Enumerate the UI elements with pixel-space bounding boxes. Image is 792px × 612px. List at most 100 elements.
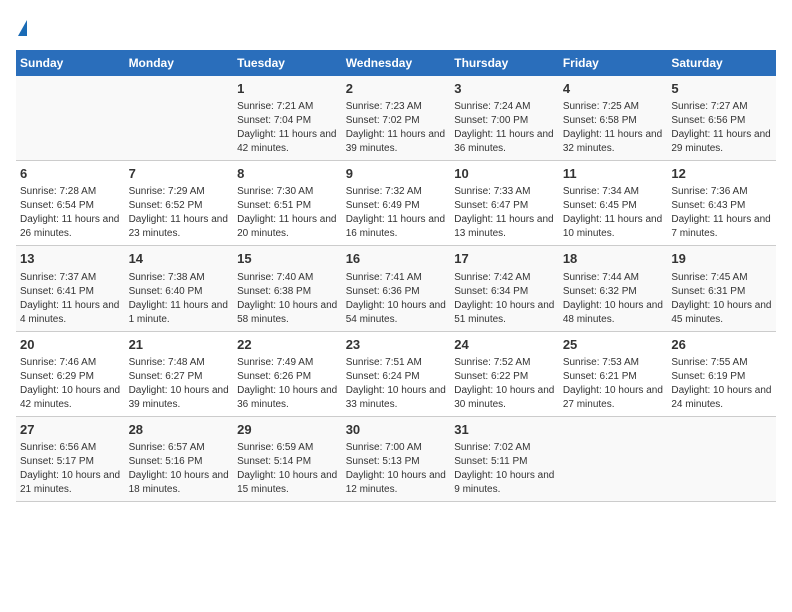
day-number: 31 <box>454 421 555 439</box>
cell-info: Sunrise: 7:46 AM Sunset: 6:29 PM Dayligh… <box>20 356 121 412</box>
weekday-header: Sunday <box>16 50 125 76</box>
logo <box>16 16 27 38</box>
header-row: SundayMondayTuesdayWednesdayThursdayFrid… <box>16 50 776 76</box>
day-number: 13 <box>20 250 121 268</box>
calendar-cell: 12 Sunrise: 7:36 AM Sunset: 6:43 PM Dayli… <box>667 161 776 246</box>
calendar-week-row: 6 Sunrise: 7:28 AM Sunset: 6:54 PM Daylig… <box>16 161 776 246</box>
cell-info: Sunrise: 7:52 AM Sunset: 6:22 PM Dayligh… <box>454 356 555 412</box>
day-number: 1 <box>237 80 338 98</box>
day-number: 23 <box>346 336 447 354</box>
calendar-cell: 17Sunrise: 7:42 AM Sunset: 6:34 PM Dayli… <box>450 246 559 331</box>
day-number: 4 <box>563 80 664 98</box>
calendar-cell: 24 Sunrise: 7:52 AM Sunset: 6:22 PM Dayli… <box>450 331 559 416</box>
cell-info: Sunrise: 7:49 AM Sunset: 6:26 PM Dayligh… <box>237 356 338 412</box>
day-number: 15 <box>237 250 338 268</box>
day-number: 19 <box>671 250 772 268</box>
calendar-cell: 26 Sunrise: 7:55 AM Sunset: 6:19 PM Dayli… <box>667 331 776 416</box>
cell-info: Sunrise: 7:02 AM Sunset: 5:11 PM Dayligh… <box>454 441 555 497</box>
calendar-cell: 25 Sunrise: 7:53 AM Sunset: 6:21 PM Dayli… <box>559 331 668 416</box>
day-number: 24 <box>454 336 555 354</box>
calendar-cell: 9 Sunrise: 7:32 AM Sunset: 6:49 PM Daylig… <box>342 161 451 246</box>
cell-info: Sunrise: 7:38 AM Sunset: 6:40 PM Dayligh… <box>129 271 230 327</box>
page-header <box>16 16 776 38</box>
calendar-cell: 15 Sunrise: 7:40 AM Sunset: 6:38 PM Dayli… <box>233 246 342 331</box>
day-number: 12 <box>671 165 772 183</box>
cell-info: Sunrise: 7:55 AM Sunset: 6:19 PM Dayligh… <box>671 356 772 412</box>
calendar-cell: 18 Sunrise: 7:44 AM Sunset: 6:32 PM Dayli… <box>559 246 668 331</box>
cell-info: Sunrise: 7:53 AM Sunset: 6:21 PM Dayligh… <box>563 356 664 412</box>
calendar-cell <box>125 76 234 161</box>
day-number: 27 <box>20 421 121 439</box>
calendar-cell: 30Sunrise: 7:00 AM Sunset: 5:13 PM Dayli… <box>342 416 451 501</box>
day-number: 16 <box>346 250 447 268</box>
calendar-cell <box>16 76 125 161</box>
cell-info: Sunrise: 7:44 AM Sunset: 6:32 PM Dayligh… <box>563 271 664 327</box>
calendar-week-row: 27 Sunrise: 6:56 AM Sunset: 5:17 PM Dayli… <box>16 416 776 501</box>
calendar-cell: 14 Sunrise: 7:38 AM Sunset: 6:40 PM Dayli… <box>125 246 234 331</box>
calendar-cell <box>667 416 776 501</box>
calendar-cell: 10 Sunrise: 7:33 AM Sunset: 6:47 PM Dayli… <box>450 161 559 246</box>
calendar-cell: 28Sunrise: 6:57 AM Sunset: 5:16 PM Dayli… <box>125 416 234 501</box>
cell-info: Sunrise: 7:51 AM Sunset: 6:24 PM Dayligh… <box>346 356 447 412</box>
calendar-cell: 23 Sunrise: 7:51 AM Sunset: 6:24 PM Dayli… <box>342 331 451 416</box>
calendar-cell: 11 Sunrise: 7:34 AM Sunset: 6:45 PM Dayli… <box>559 161 668 246</box>
calendar-week-row: 20 Sunrise: 7:46 AM Sunset: 6:29 PM Dayli… <box>16 331 776 416</box>
day-number: 25 <box>563 336 664 354</box>
day-number: 6 <box>20 165 121 183</box>
cell-info: Sunrise: 7:36 AM Sunset: 6:43 PM Dayligh… <box>671 185 772 241</box>
calendar-cell: 2Sunrise: 7:23 AM Sunset: 7:02 PM Daylig… <box>342 76 451 161</box>
calendar-cell: 31 Sunrise: 7:02 AM Sunset: 5:11 PM Dayli… <box>450 416 559 501</box>
calendar-cell: 21Sunrise: 7:48 AM Sunset: 6:27 PM Dayli… <box>125 331 234 416</box>
day-number: 18 <box>563 250 664 268</box>
day-number: 22 <box>237 336 338 354</box>
calendar-cell: 19 Sunrise: 7:45 AM Sunset: 6:31 PM Dayli… <box>667 246 776 331</box>
day-number: 14 <box>129 250 230 268</box>
calendar-cell: 20 Sunrise: 7:46 AM Sunset: 6:29 PM Dayli… <box>16 331 125 416</box>
cell-info: Sunrise: 7:29 AM Sunset: 6:52 PM Dayligh… <box>129 185 230 241</box>
day-number: 11 <box>563 165 664 183</box>
calendar-table: SundayMondayTuesdayWednesdayThursdayFrid… <box>16 50 776 502</box>
weekday-header: Saturday <box>667 50 776 76</box>
cell-info: Sunrise: 7:27 AM Sunset: 6:56 PM Dayligh… <box>671 100 772 156</box>
cell-info: Sunrise: 7:34 AM Sunset: 6:45 PM Dayligh… <box>563 185 664 241</box>
day-number: 5 <box>671 80 772 98</box>
day-number: 30 <box>346 421 447 439</box>
cell-info: Sunrise: 7:30 AM Sunset: 6:51 PM Dayligh… <box>237 185 338 241</box>
day-number: 10 <box>454 165 555 183</box>
calendar-cell: 29 Sunrise: 6:59 AM Sunset: 5:14 PM Dayli… <box>233 416 342 501</box>
day-number: 9 <box>346 165 447 183</box>
calendar-cell: 13 Sunrise: 7:37 AM Sunset: 6:41 PM Dayli… <box>16 246 125 331</box>
cell-info: Sunrise: 7:42 AM Sunset: 6:34 PM Dayligh… <box>454 271 555 327</box>
day-number: 3 <box>454 80 555 98</box>
cell-info: Sunrise: 6:59 AM Sunset: 5:14 PM Dayligh… <box>237 441 338 497</box>
weekday-header: Thursday <box>450 50 559 76</box>
cell-info: Sunrise: 7:40 AM Sunset: 6:38 PM Dayligh… <box>237 271 338 327</box>
calendar-week-row: 1 Sunrise: 7:21 AM Sunset: 7:04 PM Daylig… <box>16 76 776 161</box>
cell-info: Sunrise: 7:37 AM Sunset: 6:41 PM Dayligh… <box>20 271 121 327</box>
cell-info: Sunrise: 7:25 AM Sunset: 6:58 PM Dayligh… <box>563 100 664 156</box>
cell-info: Sunrise: 7:45 AM Sunset: 6:31 PM Dayligh… <box>671 271 772 327</box>
weekday-header: Wednesday <box>342 50 451 76</box>
weekday-header: Tuesday <box>233 50 342 76</box>
calendar-cell: 6 Sunrise: 7:28 AM Sunset: 6:54 PM Daylig… <box>16 161 125 246</box>
cell-info: Sunrise: 7:32 AM Sunset: 6:49 PM Dayligh… <box>346 185 447 241</box>
cell-info: Sunrise: 7:24 AM Sunset: 7:00 PM Dayligh… <box>454 100 555 156</box>
cell-info: Sunrise: 7:33 AM Sunset: 6:47 PM Dayligh… <box>454 185 555 241</box>
day-number: 26 <box>671 336 772 354</box>
weekday-header: Monday <box>125 50 234 76</box>
calendar-cell: 8Sunrise: 7:30 AM Sunset: 6:51 PM Daylig… <box>233 161 342 246</box>
calendar-cell: 22 Sunrise: 7:49 AM Sunset: 6:26 PM Dayli… <box>233 331 342 416</box>
cell-info: Sunrise: 7:41 AM Sunset: 6:36 PM Dayligh… <box>346 271 447 327</box>
day-number: 29 <box>237 421 338 439</box>
weekday-header: Friday <box>559 50 668 76</box>
day-number: 20 <box>20 336 121 354</box>
calendar-cell <box>559 416 668 501</box>
cell-info: Sunrise: 7:21 AM Sunset: 7:04 PM Dayligh… <box>237 100 338 156</box>
cell-info: Sunrise: 6:56 AM Sunset: 5:17 PM Dayligh… <box>20 441 121 497</box>
day-number: 7 <box>129 165 230 183</box>
calendar-week-row: 13 Sunrise: 7:37 AM Sunset: 6:41 PM Dayli… <box>16 246 776 331</box>
logo-triangle-icon <box>18 20 27 36</box>
cell-info: Sunrise: 7:48 AM Sunset: 6:27 PM Dayligh… <box>129 356 230 412</box>
day-number: 28 <box>129 421 230 439</box>
cell-info: Sunrise: 7:28 AM Sunset: 6:54 PM Dayligh… <box>20 185 121 241</box>
